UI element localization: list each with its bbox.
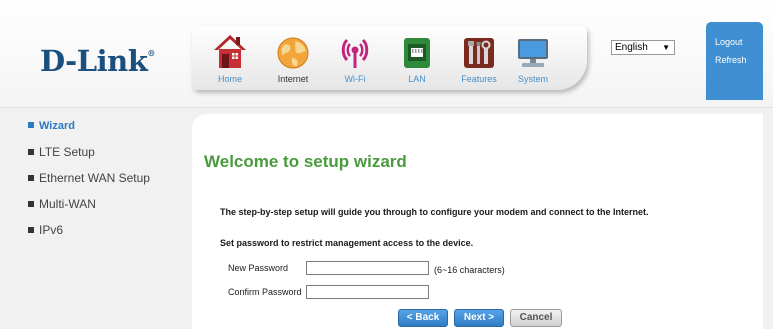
cancel-button[interactable]: Cancel bbox=[510, 309, 562, 327]
nav-label-features: Features bbox=[461, 74, 497, 84]
router-admin-page: D-Link® Home Internet Wi-Fi LAN Features… bbox=[0, 0, 773, 329]
nav-item-lan[interactable]: LAN bbox=[389, 26, 445, 90]
sidebar: Wizard LTE Setup Ethernet WAN Setup Mult… bbox=[28, 119, 150, 249]
content-panel: Welcome to setup wizard The step-by-step… bbox=[192, 114, 763, 329]
password-length-hint: (6~16 characters) bbox=[434, 265, 505, 275]
computer-icon bbox=[518, 39, 548, 67]
new-password-field[interactable] bbox=[306, 261, 429, 275]
bullet-icon bbox=[28, 227, 34, 233]
new-password-label: New Password bbox=[228, 263, 289, 273]
wifi-icon bbox=[341, 38, 369, 68]
logo-text: D-Link bbox=[40, 44, 148, 78]
sidebar-item-label: IPv6 bbox=[39, 223, 64, 237]
nav-item-home[interactable]: Home bbox=[202, 26, 258, 90]
bullet-icon bbox=[28, 201, 34, 207]
language-select[interactable]: English ▼ bbox=[611, 40, 675, 55]
confirm-password-label: Confirm Password bbox=[228, 287, 302, 297]
wizard-description: The step-by-step setup will guide you th… bbox=[220, 207, 649, 217]
nav-label-wifi: Wi-Fi bbox=[344, 74, 366, 84]
lan-port-icon bbox=[404, 38, 430, 68]
account-panel: Logout Refresh bbox=[706, 22, 763, 100]
back-button[interactable]: < Back bbox=[398, 309, 448, 327]
sidebar-item-multi-wan[interactable]: Multi-WAN bbox=[28, 197, 150, 223]
globe-icon bbox=[277, 37, 309, 69]
sidebar-item-ethernet-wan-setup[interactable]: Ethernet WAN Setup bbox=[28, 171, 150, 197]
dropdown-arrow-icon: ▼ bbox=[662, 43, 670, 52]
nav-label-internet: Internet bbox=[277, 74, 309, 84]
nav-label-system: System bbox=[517, 74, 548, 84]
next-button[interactable]: Next > bbox=[454, 309, 504, 327]
sidebar-item-ipv6[interactable]: IPv6 bbox=[28, 223, 150, 249]
registered-mark: ® bbox=[147, 48, 155, 58]
home-icon bbox=[214, 35, 246, 68]
language-selected: English bbox=[615, 42, 648, 53]
sidebar-item-label: Multi-WAN bbox=[39, 197, 96, 211]
sidebar-item-wizard[interactable]: Wizard bbox=[28, 119, 150, 145]
header: D-Link® Home Internet Wi-Fi LAN Features… bbox=[0, 0, 773, 108]
nav-item-internet[interactable]: Internet bbox=[265, 26, 321, 90]
sidebar-item-label: LTE Setup bbox=[39, 145, 95, 159]
refresh-link[interactable]: Refresh bbox=[715, 51, 763, 69]
sidebar-item-label: Ethernet WAN Setup bbox=[39, 171, 150, 185]
confirm-password-field[interactable] bbox=[306, 285, 429, 299]
sidebar-item-lte-setup[interactable]: LTE Setup bbox=[28, 145, 150, 171]
password-prompt: Set password to restrict management acce… bbox=[220, 238, 474, 248]
bullet-icon bbox=[28, 175, 34, 181]
page-title: Welcome to setup wizard bbox=[204, 152, 407, 171]
nav-label-lan: LAN bbox=[408, 74, 426, 84]
bullet-icon bbox=[28, 149, 34, 155]
tools-icon bbox=[464, 38, 494, 68]
nav-item-wifi[interactable]: Wi-Fi bbox=[327, 26, 383, 90]
dlink-logo: D-Link® bbox=[40, 44, 155, 78]
logout-link[interactable]: Logout bbox=[715, 33, 763, 51]
nav-item-features[interactable]: Features bbox=[451, 26, 507, 90]
nav-label-home: Home bbox=[217, 74, 242, 84]
main-nav: Home Internet Wi-Fi LAN Features System bbox=[192, 26, 587, 90]
bullet-icon bbox=[28, 122, 34, 128]
nav-item-system[interactable]: System bbox=[505, 26, 561, 90]
sidebar-item-label: Wizard bbox=[39, 120, 75, 132]
